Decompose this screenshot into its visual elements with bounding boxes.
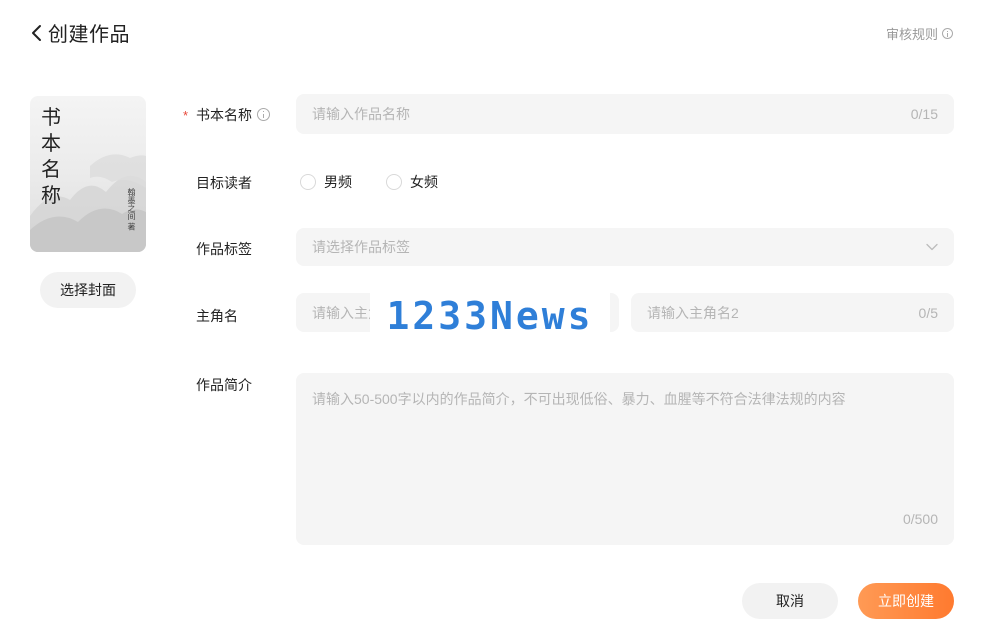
cover-title: 书本名称	[41, 105, 61, 207]
synopsis-counter: 0/500	[902, 511, 938, 527]
synopsis-textarea[interactable]	[312, 389, 938, 519]
radio-circle[interactable]	[300, 174, 316, 190]
synopsis-field: 0/500	[296, 373, 954, 545]
review-rules-label: 审核规则	[885, 27, 938, 42]
cancel-button[interactable]: 取消	[742, 583, 838, 619]
protagonist-label: 主角名	[196, 308, 238, 324]
radio-female-label: 女频	[410, 174, 438, 190]
info-icon	[942, 28, 953, 39]
create-button[interactable]: 立即创建	[858, 583, 954, 619]
book-name-counter: 0/15	[910, 106, 938, 122]
book-name-field: 0/15	[296, 94, 954, 134]
radio-male[interactable]: 男频	[300, 172, 352, 192]
back-header[interactable]: 创建作品	[30, 18, 130, 47]
cover-preview: 书本名称 翰墨之间 著	[30, 96, 146, 252]
target-reader-radio-group: 男频 女频	[300, 172, 472, 192]
required-mark: *	[183, 108, 189, 123]
book-name-input[interactable]	[312, 106, 903, 122]
tags-select-placeholder: 请选择作品标签	[312, 239, 410, 255]
book-name-label: 书本名称	[196, 107, 252, 123]
radio-male-label: 男频	[324, 174, 352, 190]
chevron-down-icon	[926, 243, 938, 251]
watermark: 1233News	[370, 292, 610, 340]
tags-label: 作品标签	[196, 241, 252, 257]
info-icon[interactable]	[257, 108, 270, 121]
review-rules-link[interactable]: 审核规则	[886, 24, 953, 43]
target-reader-label: 目标读者	[196, 175, 252, 191]
synopsis-label: 作品简介	[196, 377, 252, 393]
chevron-left-icon[interactable]	[30, 23, 44, 43]
radio-female[interactable]: 女频	[386, 172, 438, 192]
protagonist-2-counter: 0/5	[918, 304, 938, 321]
cover-author-text: 翰墨之间 著	[127, 188, 136, 231]
select-cover-button[interactable]: 选择封面	[40, 272, 136, 308]
watermark-text: 1233News	[386, 294, 594, 338]
radio-circle[interactable]	[386, 174, 402, 190]
protagonist-2-field: 0/5	[631, 293, 954, 332]
protagonist-2-input[interactable]	[647, 304, 911, 321]
book-name-label-row: 书本名称	[196, 105, 270, 125]
tags-select[interactable]: 请选择作品标签	[296, 228, 954, 266]
page-title: 创建作品	[48, 24, 130, 46]
